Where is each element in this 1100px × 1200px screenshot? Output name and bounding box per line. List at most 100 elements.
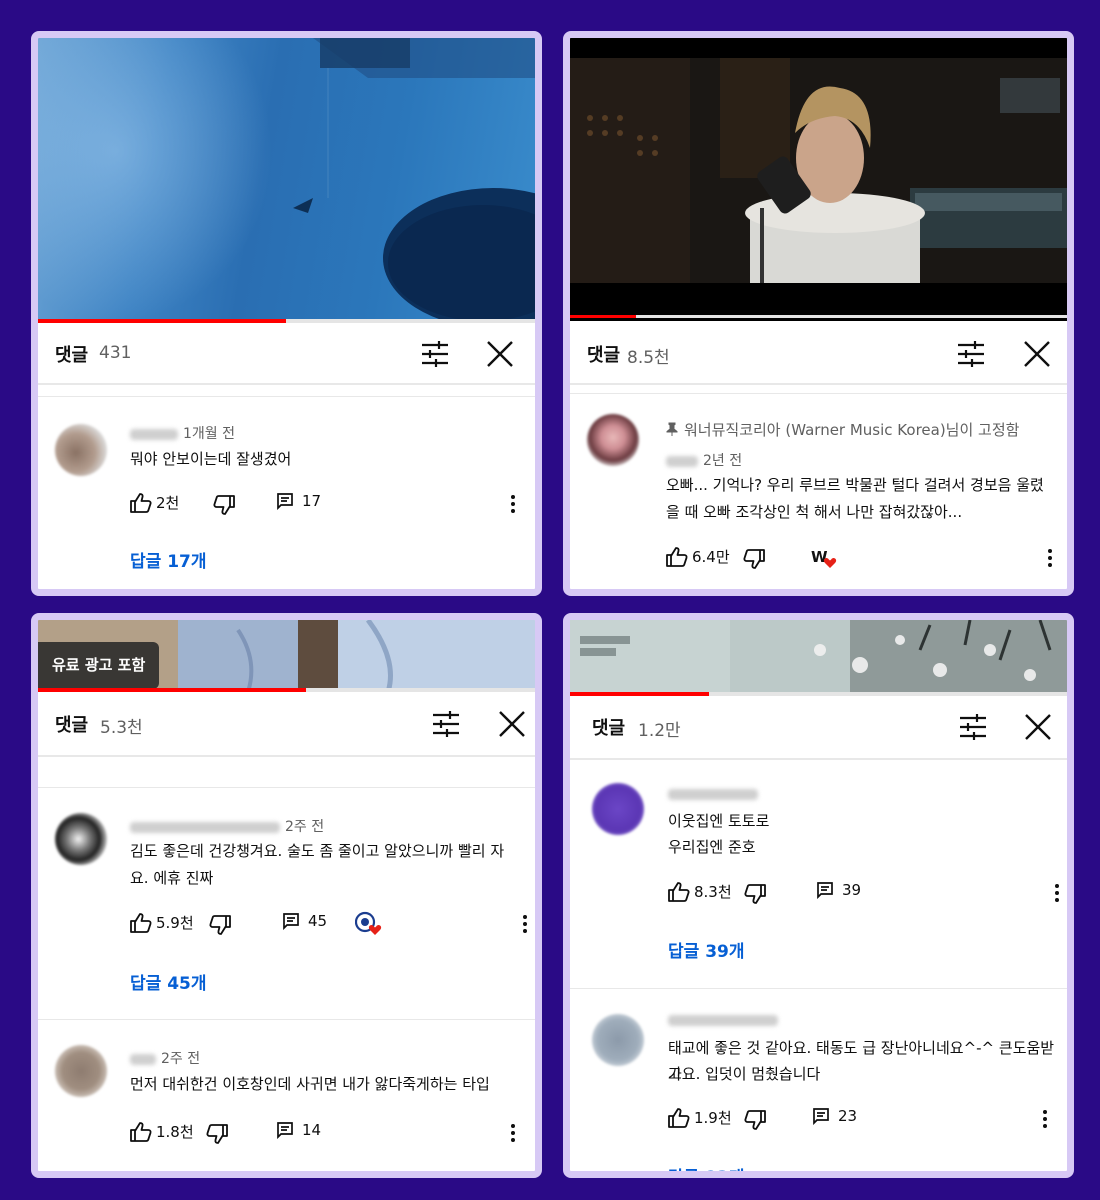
avatar[interactable] [592, 1014, 644, 1066]
divider [570, 383, 1067, 385]
comments-panel-2: 댓글 8.5천 워너뮤직코리아 (Warner Music Korea)님이 고… [563, 31, 1074, 596]
like-button[interactable]: 2천 [130, 492, 179, 513]
comments-header: 댓글 8.5천 [570, 323, 1067, 383]
more-vert-icon[interactable] [510, 494, 516, 514]
thumbs-down-icon[interactable] [743, 549, 765, 569]
reply-icon [813, 1108, 829, 1125]
video-progress-bar[interactable] [38, 688, 306, 692]
comments-count: 431 [99, 343, 132, 363]
author-name-blurred[interactable] [668, 788, 758, 800]
video-thumbnail[interactable] [570, 38, 1067, 321]
reply-button[interactable]: 14 [276, 1121, 321, 1139]
author-name-blurred[interactable] [130, 1053, 156, 1065]
view-replies-link[interactable]: 답글 39개 [668, 937, 745, 962]
more-vert-icon[interactable] [510, 1123, 516, 1143]
more-vert-icon[interactable] [1054, 883, 1060, 903]
comment-time: 1개월 전 [183, 426, 235, 442]
divider [570, 393, 1067, 394]
video-thumbnail[interactable] [38, 38, 535, 321]
comment-meta: 2년 전 [666, 450, 742, 470]
reply-icon [277, 1122, 293, 1139]
reply-button[interactable]: 23 [812, 1107, 857, 1125]
author-name-blurred[interactable] [668, 1014, 778, 1026]
comment-meta: 2주 전 [130, 816, 324, 836]
close-icon[interactable] [486, 340, 514, 368]
reply-button[interactable]: 17 [276, 492, 321, 510]
filter-icon[interactable] [421, 341, 449, 367]
avatar[interactable] [55, 424, 107, 476]
more-vert-icon[interactable] [522, 914, 528, 934]
comment-meta [668, 786, 763, 802]
like-button[interactable]: 1.9천 [668, 1107, 732, 1128]
like-button[interactable]: 1.8천 [130, 1121, 194, 1142]
comments-panel-1: 댓글 431 1개월 전 뭐야 안보이는데 잘생겼어 2천 17 답글 17개 [31, 31, 542, 596]
author-name-blurred[interactable] [130, 428, 178, 440]
comments-title: 댓글 [55, 715, 89, 736]
thumbs-down-icon[interactable] [206, 1124, 228, 1144]
paid-promotion-badge[interactable]: 유료 광고 포함 [38, 642, 160, 689]
comments-panel-3: 유료 광고 포함 댓글 5.3천 2주 전 김도 좋은데 건강챙겨요. 술도 좀… [31, 613, 542, 1178]
comment-text-line2: 을 때 오빠 조각상인 척 해서 나만 잡혀갔잖아... [666, 503, 963, 521]
filter-icon[interactable] [957, 341, 985, 367]
comment-meta [668, 1012, 783, 1028]
more-vert-icon[interactable] [1042, 1109, 1048, 1129]
reply-icon [817, 882, 833, 899]
comment-text-line2: 요. 에휴 진짜 [130, 869, 214, 887]
reply-count: 45 [308, 912, 328, 930]
avatar[interactable] [592, 783, 644, 835]
avatar[interactable] [55, 1045, 107, 1097]
filter-icon[interactable] [959, 714, 987, 740]
comments-header: 댓글 431 [38, 323, 535, 383]
like-button[interactable]: 6.4만 [666, 546, 730, 567]
video-progress-track[interactable] [570, 315, 1067, 318]
like-count: 1.8천 [156, 1123, 194, 1141]
divider [38, 396, 535, 397]
comment-time: 2주 전 [285, 819, 325, 835]
thumbs-up-icon [130, 1121, 152, 1142]
thumbs-up-icon [130, 492, 152, 513]
more-vert-icon[interactable] [1047, 548, 1053, 568]
view-replies-link[interactable]: 답글 17개 [130, 547, 207, 572]
reply-button[interactable]: 45 [282, 912, 327, 930]
comments-header: 댓글 1.2만 [570, 696, 1067, 756]
close-icon[interactable] [1023, 340, 1051, 368]
author-name-blurred[interactable] [666, 455, 698, 467]
filter-icon[interactable] [432, 711, 460, 737]
reply-count: 39 [842, 881, 862, 899]
view-replies-link[interactable]: 답글 45개 [130, 969, 207, 994]
like-count: 6.4만 [692, 548, 730, 566]
reply-button[interactable]: 39 [816, 881, 861, 899]
comment-text-line1: 오빠... 기억나? 우리 루브르 박물관 털다 걸려서 경보음 울렸 [666, 476, 1044, 494]
view-replies-link[interactable]: 답글 23개 [668, 1163, 745, 1171]
thumbs-up-icon [668, 881, 690, 902]
thumbs-down-icon[interactable] [744, 1110, 766, 1130]
avatar[interactable] [587, 414, 639, 466]
comments-panel-4: 댓글 1.2만 이웃집엔 토토로 우리집엔 준호 8.3천 39 답글 39개 … [563, 613, 1074, 1178]
comments-header: 댓글 5.3천 [38, 693, 535, 753]
video-progress-bar[interactable] [570, 315, 636, 318]
comment-text-line2: 우리집엔 준호 [668, 838, 756, 856]
divider [570, 988, 1067, 989]
divider [38, 787, 535, 788]
like-button[interactable]: 8.3천 [668, 881, 732, 902]
like-button[interactable]: 5.9천 [130, 912, 194, 933]
thumbs-down-icon[interactable] [209, 915, 231, 935]
like-count: 2천 [156, 494, 180, 512]
thumbs-down-icon[interactable] [744, 884, 766, 904]
comment-text: 먼저 대쉬한건 이호창인데 사귀면 내가 앓다죽게하는 타입 [130, 1075, 490, 1093]
creator-heart-icon [355, 911, 382, 935]
avatar[interactable] [55, 813, 107, 865]
comment-meta: 2주 전 [130, 1048, 200, 1068]
video-thumbnail[interactable] [570, 620, 1067, 692]
creator-heart-icon: W [811, 548, 837, 568]
comment-text-line1: 이웃집엔 토토로 [668, 812, 770, 830]
reply-count: 17 [302, 492, 322, 510]
thumbs-down-icon[interactable] [213, 495, 235, 515]
close-icon[interactable] [498, 710, 526, 738]
close-icon[interactable] [1024, 713, 1052, 741]
comment-time: 2년 전 [703, 453, 743, 469]
thumbs-up-icon [668, 1107, 690, 1128]
author-name-blurred[interactable] [130, 821, 280, 833]
comments-title: 댓글 [55, 345, 89, 366]
divider [38, 383, 535, 385]
